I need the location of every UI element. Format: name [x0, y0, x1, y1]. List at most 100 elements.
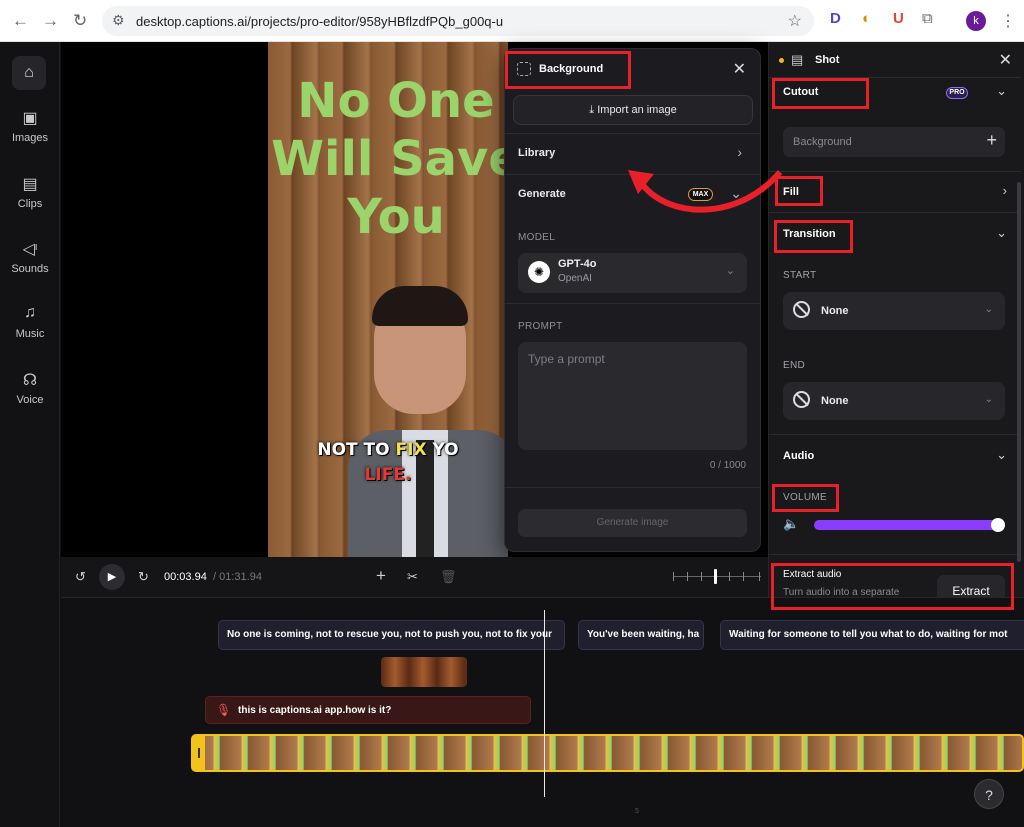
film-icon: ▤: [791, 52, 804, 67]
generate-image-button[interactable]: Generate image: [518, 509, 747, 537]
pro-badge: PRO: [946, 87, 968, 99]
start-transition-select[interactable]: None ⌄: [783, 292, 1005, 330]
forward-10-icon[interactable]: ↻: [138, 569, 149, 585]
film-icon: ▤: [22, 176, 38, 193]
annotation-box: [772, 484, 839, 512]
image-icon: ▣: [22, 110, 38, 127]
sidebar-item-voice[interactable]: ☊ Voice: [0, 370, 60, 406]
sidebar-item-sounds[interactable]: ◁ᶦ Sounds: [0, 239, 60, 275]
music-icon: ♫: [24, 304, 36, 321]
video-caption-line-1: NOT TO FIX YO: [317, 440, 459, 460]
scissors-icon[interactable]: ✂: [407, 569, 418, 585]
ruler-label: 5: [635, 808, 639, 815]
extension-half-circle-icon[interactable]: ◐: [862, 10, 871, 27]
zoom-tick: [729, 572, 730, 581]
video-headline: No One Will Save You: [268, 72, 508, 246]
none-icon: [793, 301, 810, 318]
headline-line: You: [347, 189, 445, 245]
caption-clip[interactable]: You've been waiting, ha: [578, 620, 704, 650]
plus-icon[interactable]: +: [986, 130, 997, 151]
chevron-right-icon: ›: [737, 144, 742, 160]
video-track-clip[interactable]: [191, 734, 1024, 772]
chevron-down-icon: ⌄: [984, 304, 993, 315]
forward-icon[interactable]: →: [42, 11, 59, 31]
profile-avatar[interactable]: k: [966, 11, 986, 31]
zoom-tick: [759, 572, 760, 581]
chevron-down-icon: ⌄: [725, 265, 735, 277]
end-transition-select[interactable]: None ⌄: [783, 382, 1005, 420]
library-label: Library: [518, 147, 556, 159]
background-placeholder: Background: [793, 136, 852, 148]
url-text: desktop.captions.ai/projects/pro-editor/…: [136, 14, 504, 29]
add-icon[interactable]: +: [376, 566, 386, 586]
annotation-box: [505, 51, 631, 89]
puzzle-icon[interactable]: ⧉: [922, 10, 933, 27]
left-sidebar: ⌂ ▣ Images ▤ Clips ◁ᶦ Sounds ♫ Music ☊ V…: [0, 42, 60, 827]
annotation-box: [772, 78, 869, 109]
sidebar-item-label: Images: [11, 132, 49, 144]
shot-title: Shot: [815, 54, 840, 66]
play-button[interactable]: ▶: [99, 564, 125, 590]
caption-clip[interactable]: Waiting for someone to tell you what to …: [720, 620, 1024, 650]
playback-toolbar: ↺ ▶ ↻ 00:03.94 / 01:31.94 + ✂ 🗑: [61, 557, 768, 597]
help-button[interactable]: ?: [974, 779, 1004, 809]
site-info-icon[interactable]: ⚙: [112, 12, 125, 29]
trim-handle[interactable]: [193, 736, 205, 770]
browser-toolbar: ← → ↻ ⚙ desktop.captions.ai/projects/pro…: [0, 0, 1024, 42]
volume-handle[interactable]: [991, 518, 1006, 532]
extension-d-icon[interactable]: D: [830, 10, 841, 27]
prompt-section-label: PROMPT: [518, 321, 563, 332]
import-image-label: Import an image: [597, 104, 677, 116]
annotation-arrow: [628, 170, 783, 213]
close-icon[interactable]: ✕: [733, 59, 746, 79]
back-icon[interactable]: ←: [12, 11, 29, 31]
zoom-tick: [743, 572, 744, 581]
zoom-tick: [687, 572, 688, 581]
video-preview[interactable]: No One Will Save You NOT TO FIX YO LIFE.: [268, 42, 508, 557]
total-time: / 01:31.94: [213, 571, 262, 583]
caption-clip[interactable]: No one is coming, not to rescue you, not…: [218, 620, 565, 650]
headline-line: No One: [297, 73, 495, 129]
volume-slider[interactable]: [814, 518, 1006, 532]
start-transition-value: None: [821, 305, 849, 317]
bookmark-star-icon[interactable]: ☆: [788, 11, 802, 31]
address-bar[interactable]: ⚙ desktop.captions.ai/projects/pro-edito…: [102, 6, 814, 36]
sidebar-item-label: Clips: [17, 198, 43, 210]
divider: [505, 303, 760, 304]
sidebar-item-music[interactable]: ♫ Music: [0, 304, 60, 340]
panel-scrollbar[interactable]: [1017, 182, 1021, 562]
extension-u-icon[interactable]: U: [893, 10, 904, 27]
speaker-figure: [348, 280, 508, 557]
generate-label: Generate: [518, 188, 566, 200]
prompt-input[interactable]: [518, 342, 747, 450]
model-select[interactable]: ✺ GPT-4o OpenAI ⌄: [518, 253, 747, 293]
timeline: No one is coming, not to rescue you, not…: [61, 597, 1024, 827]
chevron-right-icon: ›: [1002, 183, 1007, 198]
shot-panel: ▤ Shot ✕ Cutout ⌄ PRO Background + Fill …: [768, 42, 1024, 607]
home-icon[interactable]: ⌂: [12, 56, 46, 90]
chevron-down-icon: ⌄: [996, 447, 1007, 462]
trash-icon[interactable]: 🗑: [440, 569, 457, 585]
zoom-handle[interactable]: [714, 569, 717, 584]
none-icon: [793, 391, 810, 408]
audio-row[interactable]: Audio ⌄: [769, 435, 1021, 475]
headline-line: Will Save: [271, 131, 508, 187]
sidebar-item-clips[interactable]: ▤ Clips: [0, 174, 60, 210]
reload-icon[interactable]: ↻: [73, 11, 87, 31]
import-image-button[interactable]: ⤓ Import an image: [513, 95, 753, 125]
close-icon[interactable]: ✕: [999, 50, 1012, 70]
image-clip[interactable]: [381, 657, 467, 687]
rewind-10-icon[interactable]: ↺: [75, 569, 86, 585]
status-dot: [779, 58, 784, 63]
end-section-label: END: [783, 360, 806, 371]
speaker-icon[interactable]: 🔈: [783, 516, 799, 532]
volume-fill: [814, 520, 999, 530]
zoom-tick: [701, 572, 702, 581]
sidebar-item-images[interactable]: ▣ Images: [0, 108, 60, 144]
zoom-tick: [673, 572, 674, 581]
background-input[interactable]: Background +: [783, 127, 1005, 157]
browser-menu-icon[interactable]: ⋮: [1000, 11, 1016, 31]
voice-clip[interactable]: 🎙 this is captions.ai app.how is it?: [205, 696, 531, 724]
playhead[interactable]: [544, 610, 545, 797]
openai-icon: ✺: [528, 261, 550, 283]
